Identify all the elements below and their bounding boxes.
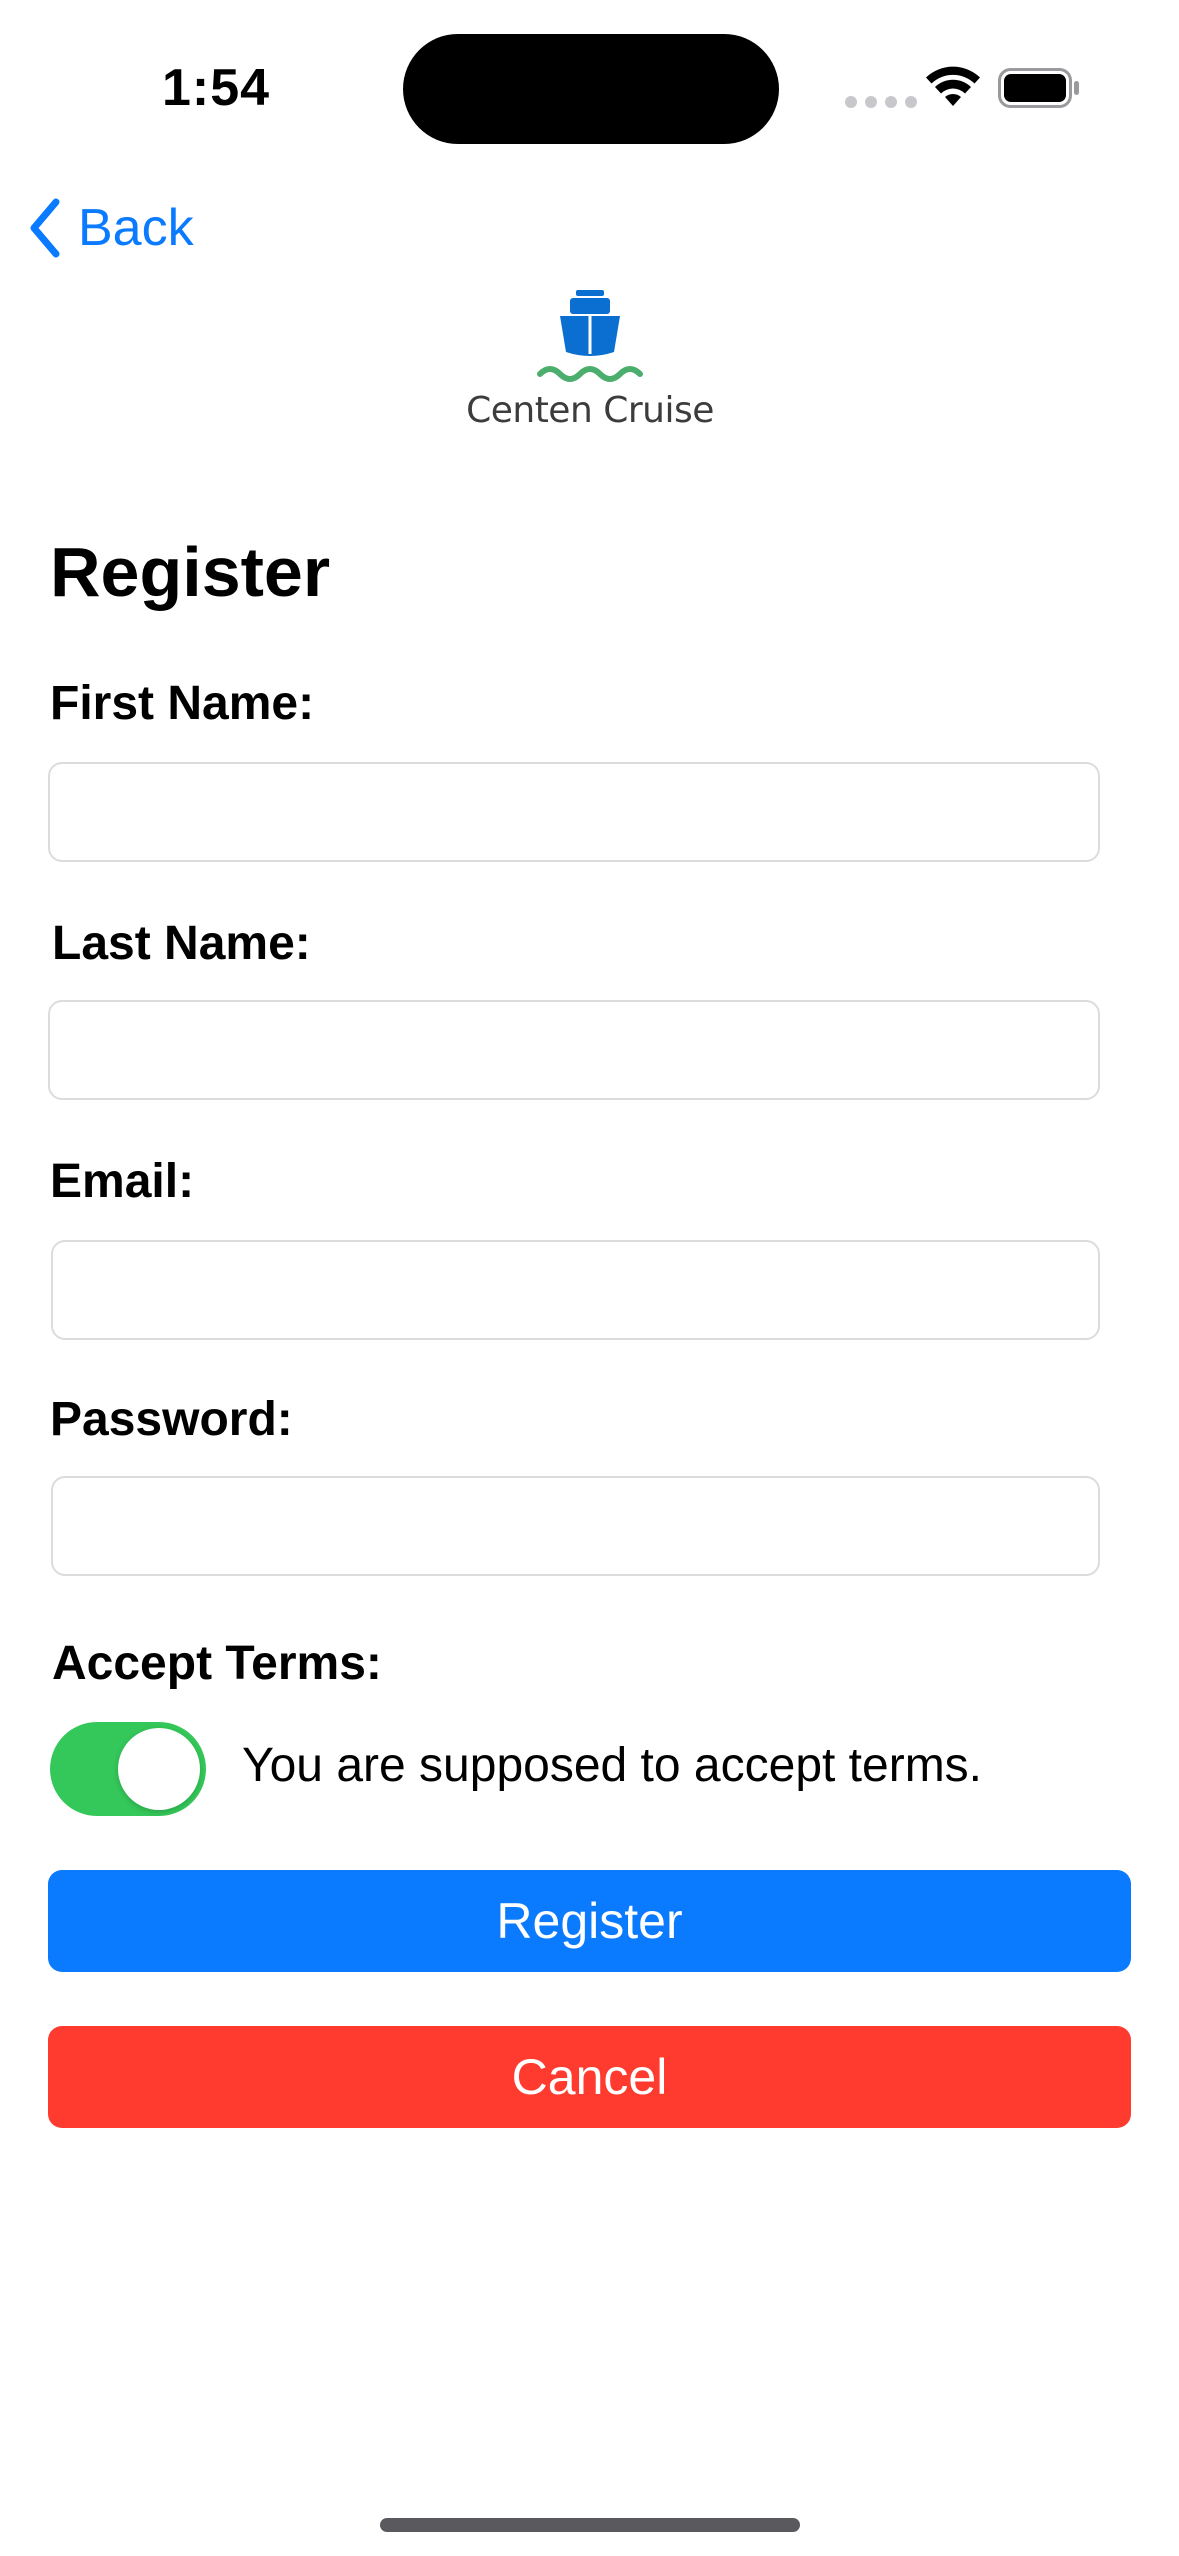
dynamic-island: [403, 34, 779, 144]
first-name-label: First Name:: [50, 677, 315, 730]
accept-terms-description: You are supposed to accept terms.: [242, 1739, 983, 1792]
back-label: Back: [78, 199, 194, 257]
first-name-input[interactable]: [48, 762, 1100, 862]
cellular-signal-icon: [845, 96, 917, 108]
last-name-input[interactable]: [48, 1000, 1100, 1100]
email-input[interactable]: [51, 1240, 1100, 1340]
password-label: Password:: [50, 1393, 293, 1446]
last-name-label: Last Name:: [52, 917, 311, 970]
accept-terms-label: Accept Terms:: [52, 1637, 382, 1690]
email-label: Email:: [50, 1155, 195, 1208]
logo-text: Centen Cruise: [466, 390, 714, 431]
page-title: Register: [50, 533, 331, 611]
app-logo: Centen Cruise: [460, 290, 720, 440]
password-input[interactable]: [51, 1476, 1100, 1576]
chevron-left-icon: [30, 198, 60, 258]
register-screen: 1:54 Back Centen Cruise Register First N…: [0, 0, 1179, 2556]
register-button[interactable]: Register: [48, 1870, 1131, 1972]
ship-icon: [537, 290, 643, 382]
battery-icon: [998, 68, 1079, 108]
toggle-knob: [118, 1728, 200, 1810]
accept-terms-toggle[interactable]: [50, 1722, 206, 1816]
status-time: 1:54: [162, 59, 271, 117]
home-indicator: [380, 2518, 800, 2532]
back-button[interactable]: Back: [24, 192, 194, 264]
cancel-button[interactable]: Cancel: [48, 2026, 1131, 2128]
wifi-icon: [926, 66, 980, 106]
